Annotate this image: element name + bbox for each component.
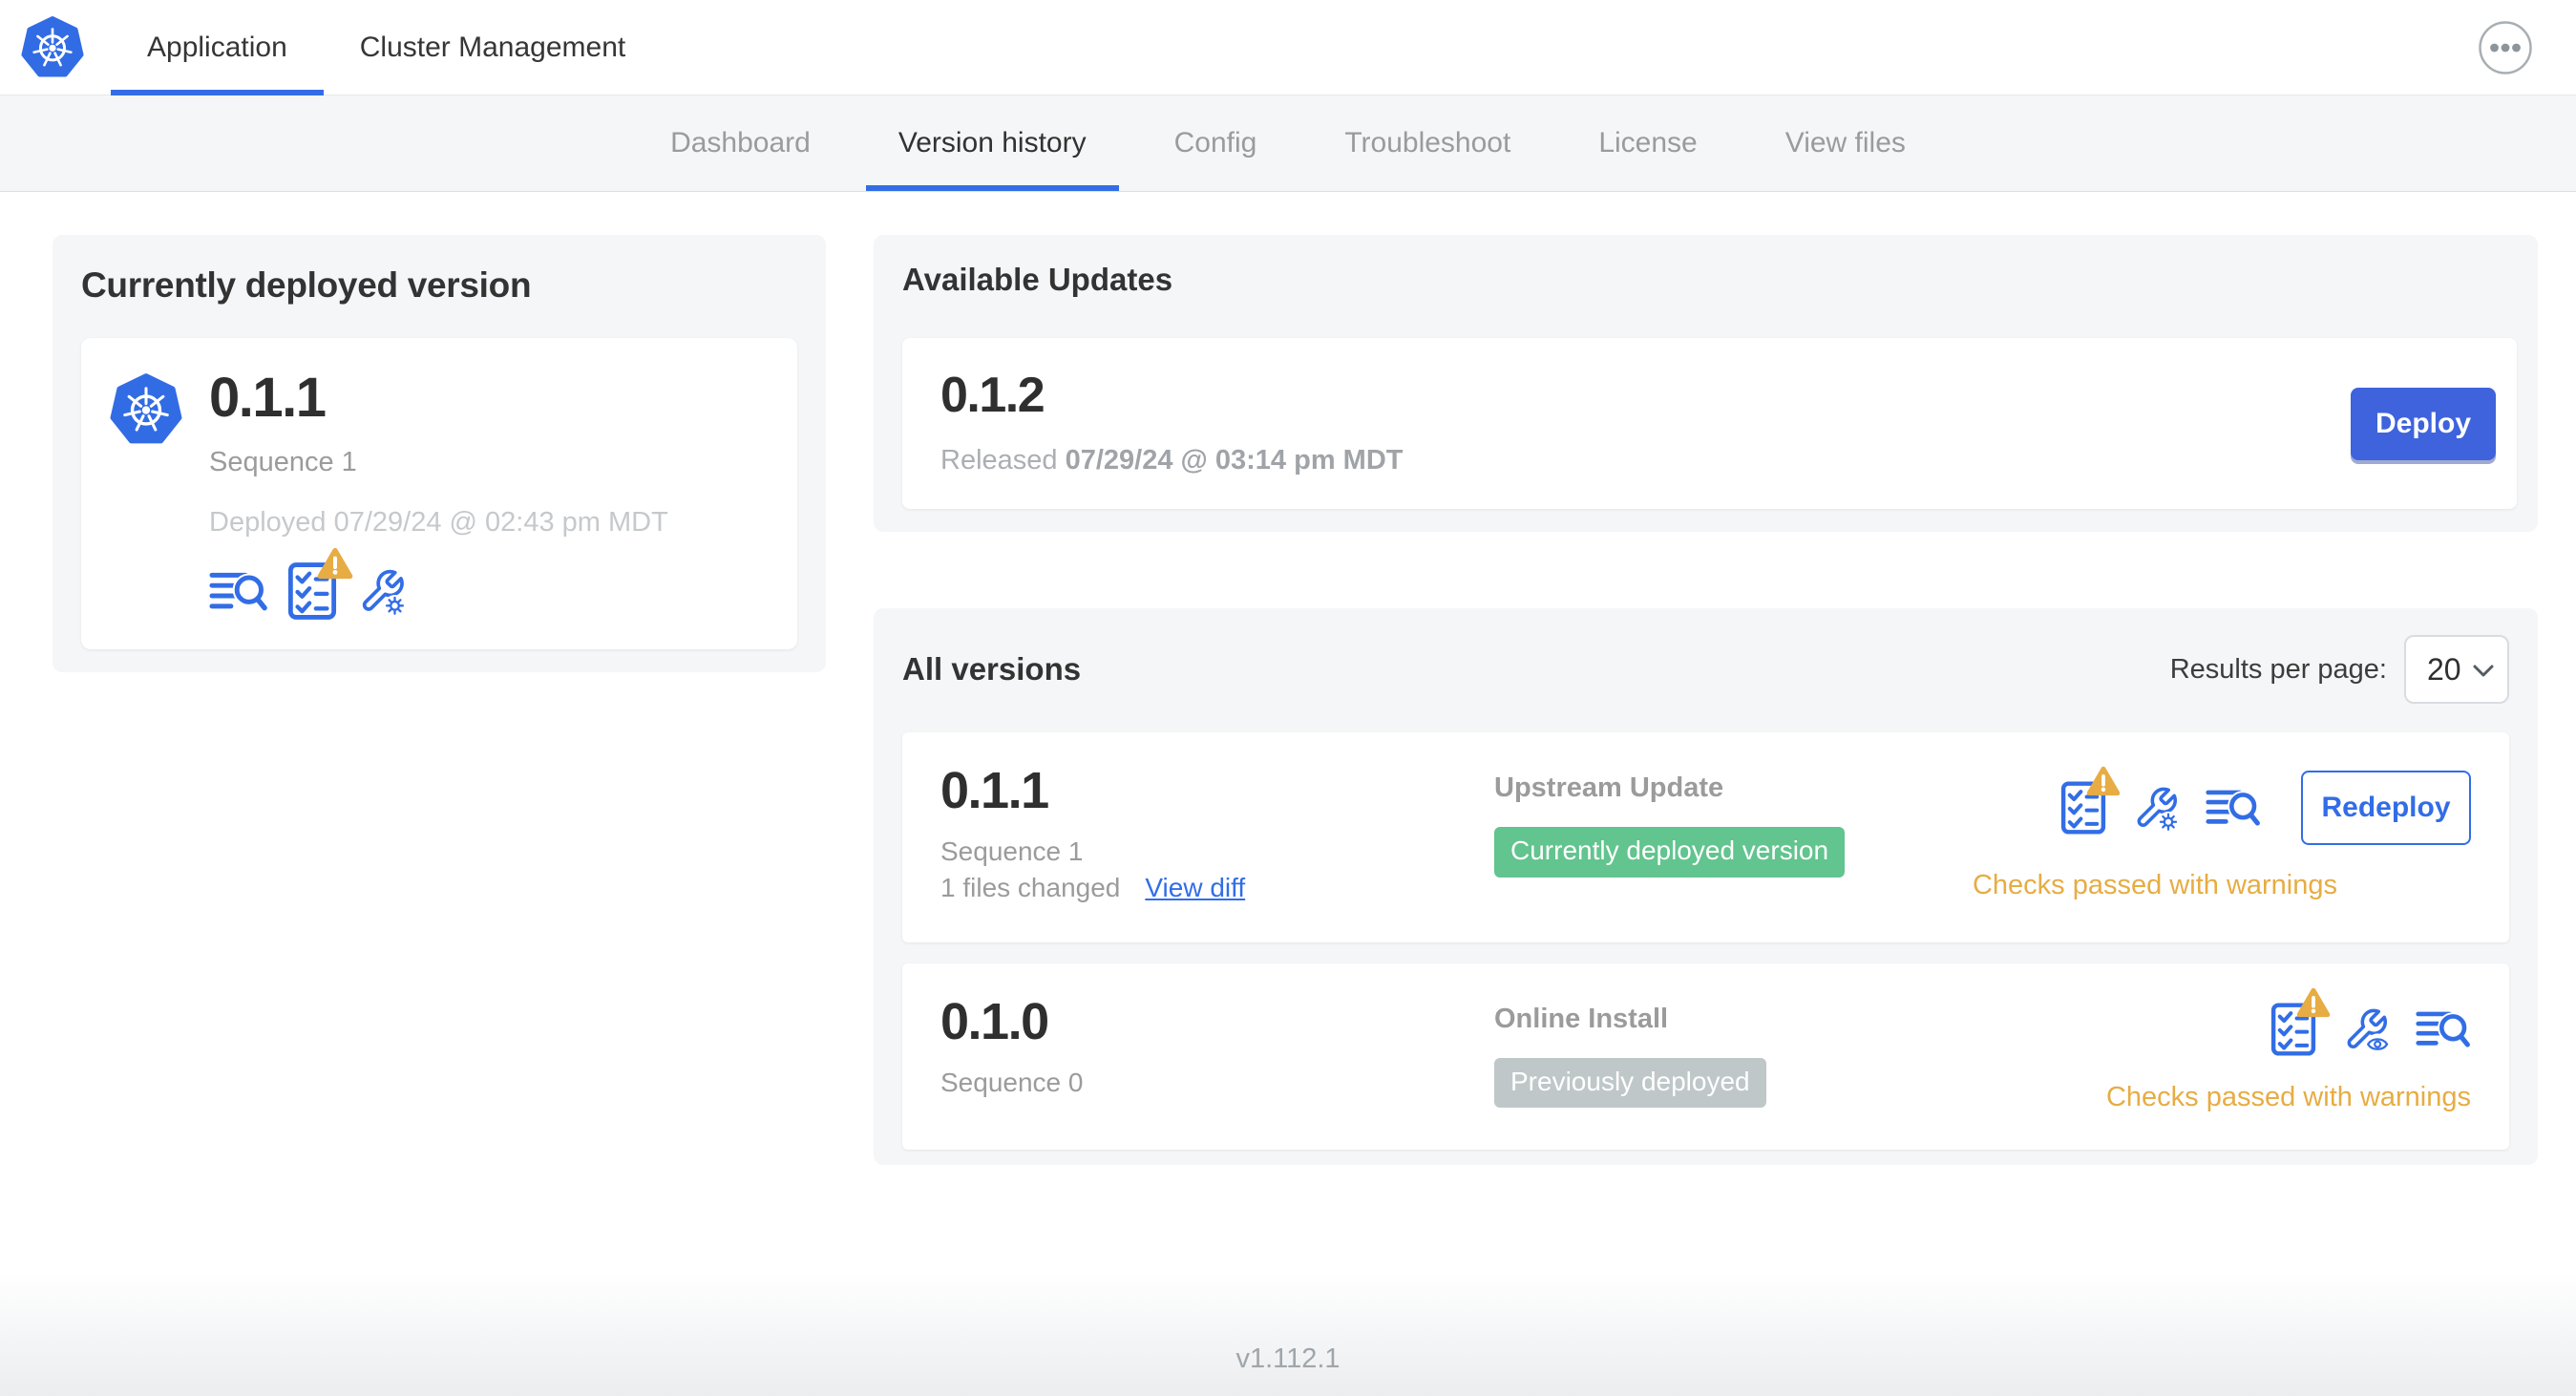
row-source-label: Upstream Update — [1494, 772, 1724, 803]
view-config-icon[interactable] — [2341, 1005, 2391, 1054]
subtab-troubleshoot-label: Troubleshoot — [1344, 127, 1511, 159]
app-footer: v1.112.1 — [0, 1272, 2576, 1396]
deployed-sequence: Sequence 1 — [209, 447, 357, 477]
preflight-status-text: Checks passed with warnings — [2105, 1081, 2471, 1112]
edit-config-icon[interactable] — [2131, 783, 2181, 833]
preflight-checks-icon[interactable] — [2060, 780, 2106, 835]
row-version-number: 0.1.0 — [940, 992, 1049, 1050]
subtab-troubleshoot[interactable]: Troubleshoot — [1300, 95, 1554, 191]
released-prefix: Released — [940, 445, 1058, 476]
kubernetes-logo — [21, 15, 84, 95]
available-update-card: 0.1.2 Released 07/29/24 @ 03:14 pm MDT D… — [902, 338, 2517, 509]
currently-deployed-panel: Currently deployed version 0.1.1 Sequenc… — [53, 235, 826, 672]
deployed-timestamp: Deployed 07/29/24 @ 02:43 pm MDT — [209, 507, 668, 538]
results-per-page-select[interactable]: 20 — [2404, 635, 2509, 704]
subtab-config[interactable]: Config — [1130, 95, 1301, 191]
subtab-view-files[interactable]: View files — [1742, 95, 1950, 191]
subtab-version-history-label: Version history — [897, 127, 1087, 159]
subtab-license-label: License — [1598, 127, 1698, 159]
subtab-license[interactable]: License — [1554, 95, 1741, 191]
tab-cluster-management[interactable]: Cluster Management — [324, 0, 662, 95]
warning-triangle-icon — [2296, 987, 2333, 1020]
row-version-number: 0.1.1 — [940, 762, 1049, 819]
top-navbar: Application Cluster Management — [0, 0, 2576, 95]
update-version-number: 0.1.2 — [940, 368, 1045, 423]
currently-deployed-title: Currently deployed version — [81, 265, 532, 305]
results-per-page-label: Results per page: — [2169, 653, 2387, 685]
deployed-version-number: 0.1.1 — [209, 367, 327, 429]
edit-config-icon[interactable] — [356, 565, 408, 617]
update-released-line: Released 07/29/24 @ 03:14 pm MDT — [940, 445, 1403, 476]
currently-deployed-badge: Currently deployed version — [1494, 827, 1846, 878]
tab-application-label: Application — [147, 31, 287, 63]
version-history-page: Currently deployed version 0.1.1 Sequenc… — [0, 192, 2576, 1165]
row-sequence: Sequence 0 — [940, 1067, 1084, 1097]
console-version-label: v1.112.1 — [1235, 1343, 1341, 1374]
preflight-checks-icon[interactable] — [287, 561, 337, 621]
available-updates-panel: Available Updates 0.1.2 Released 07/29/2… — [874, 235, 2538, 532]
warning-triangle-icon — [2086, 766, 2122, 798]
top-nav-tabs: Application Cluster Management — [111, 0, 662, 95]
currently-deployed-card: 0.1.1 Sequence 1 Deployed 07/29/24 @ 02:… — [81, 338, 797, 649]
subtab-dashboard-label: Dashboard — [670, 127, 811, 159]
ellipsis-menu-icon[interactable] — [2477, 19, 2534, 76]
tab-cluster-management-label: Cluster Management — [359, 31, 626, 63]
view-diff-link[interactable]: View diff — [1145, 870, 1245, 906]
logs-icon[interactable] — [2206, 787, 2261, 829]
version-row-0-1-0: 0.1.0 Sequence 0 Online Install Previous… — [902, 962, 2509, 1150]
preflight-status-text: Checks passed with warnings — [1972, 870, 2337, 900]
all-versions-panel: All versions Results per page: 20 0.1.1 … — [874, 608, 2538, 1165]
redeploy-button[interactable]: Redeploy — [2301, 771, 2471, 845]
deploy-button[interactable]: Deploy — [2351, 387, 2496, 460]
preflight-checks-icon[interactable] — [2270, 1002, 2316, 1057]
version-row-0-1-1: 0.1.1 Sequence 1 1 files changed View di… — [902, 732, 2509, 942]
available-updates-title: Available Updates — [902, 262, 1173, 297]
subtab-config-label: Config — [1173, 127, 1257, 159]
logs-icon[interactable] — [2416, 1008, 2471, 1050]
all-versions-title: All versions — [902, 651, 1082, 687]
subtab-version-history[interactable]: Version history — [855, 95, 1130, 191]
tab-application[interactable]: Application — [111, 0, 324, 95]
released-date: 07/29/24 @ 03:14 pm MDT — [1065, 445, 1404, 476]
row-sequence: Sequence 1 — [940, 836, 1084, 866]
subtab-dashboard[interactable]: Dashboard — [626, 95, 855, 191]
app-sub-navbar: Dashboard Version history Config Trouble… — [0, 95, 2576, 192]
subtab-view-files-label: View files — [1784, 127, 1906, 159]
files-changed-label: 1 files changed — [940, 872, 1121, 902]
logs-icon[interactable] — [209, 569, 268, 614]
kubernetes-app-icon — [110, 367, 182, 621]
row-source-label: Online Install — [1494, 1003, 1669, 1034]
previously-deployed-badge: Previously deployed — [1494, 1057, 1766, 1109]
warning-triangle-icon — [317, 547, 353, 580]
